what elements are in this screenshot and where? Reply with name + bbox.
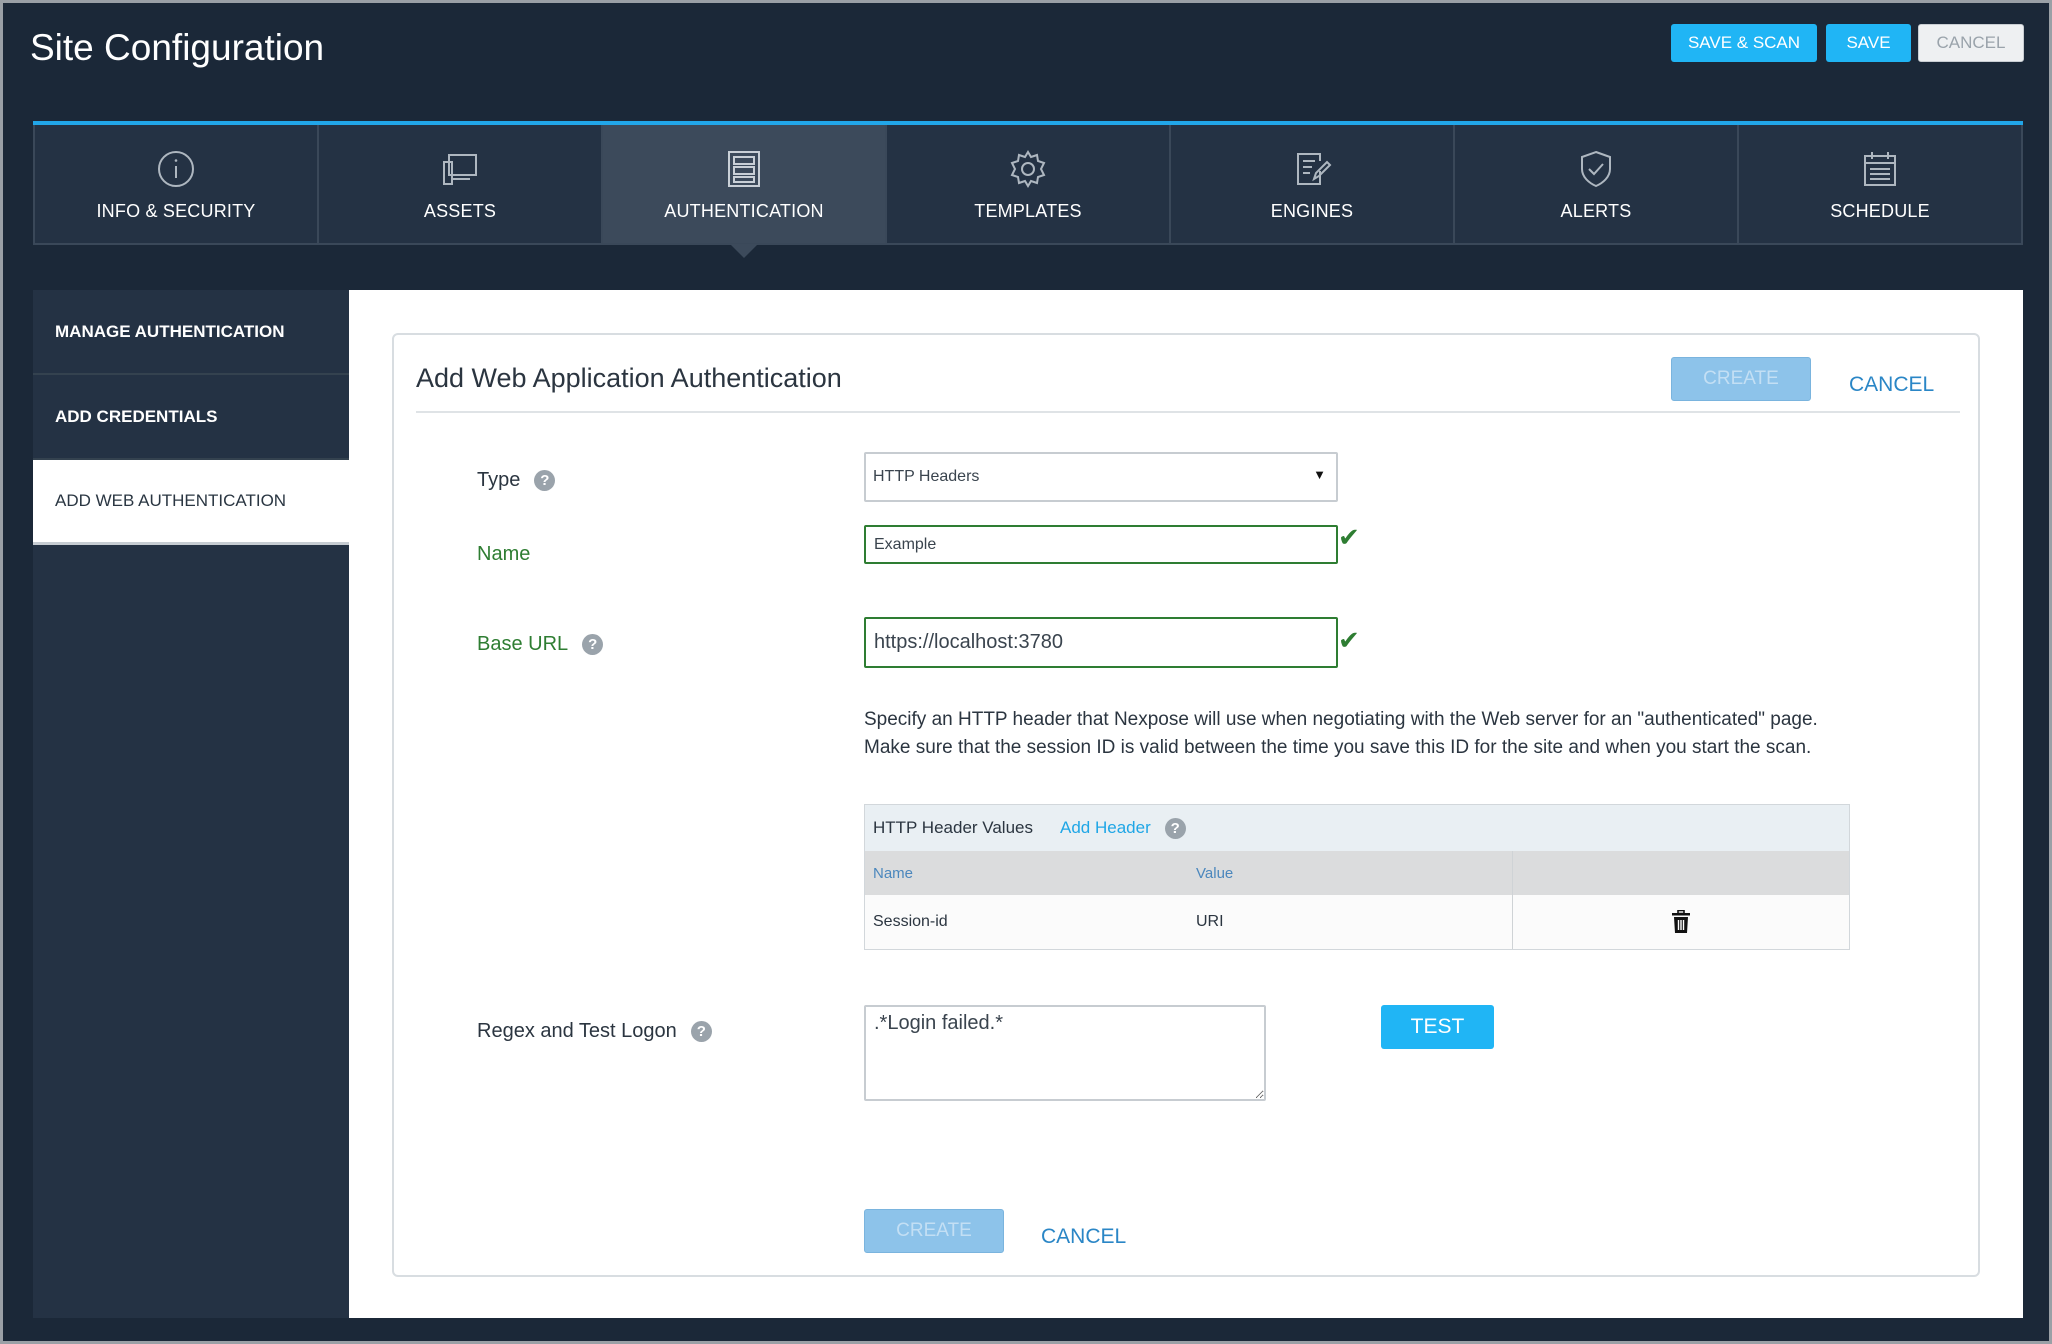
create-button-bottom[interactable]: CREATE (864, 1209, 1004, 1253)
form-title: Add Web Application Authentication (416, 363, 842, 393)
valid-check-icon: ✔ (1338, 625, 1360, 655)
column-header-name: Name (873, 864, 914, 882)
valid-check-icon: ✔ (1338, 522, 1360, 552)
http-header-table: HTTP Header Values Add Header ? Name Val… (864, 804, 1850, 950)
tab-label: AUTHENTICATION (664, 201, 824, 221)
sidebar-item-manage-authentication[interactable]: MANAGE AUTHENTICATION (33, 290, 349, 375)
gear-icon (1010, 150, 1046, 188)
header-name-cell: Session-id (873, 913, 948, 930)
tab-authentication[interactable]: AUTHENTICATION (603, 125, 887, 245)
help-icon[interactable]: ? (690, 1021, 712, 1042)
sidebar-item-add-web-authentication[interactable]: ADD WEB AUTHENTICATION (33, 460, 349, 545)
shield-icon (1581, 150, 1611, 188)
actions-cell (1512, 895, 1849, 949)
main-panel: Add Web Application Authentication CREAT… (349, 290, 2023, 1318)
regex-textarea[interactable]: .*Login failed.* (864, 1005, 1266, 1101)
create-button-top[interactable]: CREATE (1671, 357, 1811, 401)
type-select[interactable]: HTTP Headers ▼ (864, 452, 1338, 502)
name-label-text: Name (477, 543, 531, 565)
title-divider (416, 411, 1960, 413)
tab-assets[interactable]: ASSETS (319, 125, 603, 245)
base-url-label-text: Base URL (477, 633, 569, 655)
web-auth-form: Add Web Application Authentication CREAT… (392, 333, 1980, 1277)
http-header-table-bar: HTTP Header Values Add Header ? (865, 805, 1849, 851)
tab-templates[interactable]: TEMPLATES (887, 125, 1171, 245)
regex-label: Regex and Test Logon ? (477, 1020, 712, 1043)
cancel-link-top[interactable]: CANCEL (1849, 373, 1934, 397)
table-header-row: Name Value (865, 851, 1849, 895)
tab-bar: INFO & SECURITY ASSETS AUTHENTICATION TE… (33, 121, 2023, 245)
sidebar: MANAGE AUTHENTICATION ADD CREDENTIALS AD… (33, 290, 349, 1318)
type-label-text: Type (477, 469, 521, 491)
tab-label: ALERTS (1560, 201, 1632, 221)
http-header-description: Specify an HTTP header that Nexpose will… (864, 709, 1818, 758)
tab-label: TEMPLATES (974, 201, 1082, 221)
page-title: Site Configuration (30, 27, 325, 68)
tab-label: ENGINES (1270, 201, 1354, 221)
http-header-table-title: HTTP Header Values (873, 818, 1033, 837)
assets-icon (443, 154, 477, 185)
info-icon (158, 151, 194, 187)
trash-icon[interactable] (1671, 910, 1691, 934)
tab-schedule[interactable]: SCHEDULE (1739, 125, 2023, 245)
test-button[interactable]: TEST (1381, 1005, 1494, 1049)
tab-label: SCHEDULE (1830, 201, 1930, 221)
tab-label: INFO & SECURITY (96, 201, 256, 221)
table-row: Session-id URI (865, 895, 1849, 949)
base-url-input[interactable] (864, 617, 1338, 668)
add-header-link[interactable]: Add Header (1060, 818, 1151, 838)
help-icon[interactable]: ? (582, 634, 604, 655)
type-label: Type ? (477, 469, 556, 492)
name-input[interactable] (864, 525, 1338, 564)
tab-info-security[interactable]: INFO & SECURITY (33, 125, 319, 245)
engines-icon (1297, 153, 1332, 185)
save-button[interactable]: SAVE (1826, 24, 1911, 62)
tab-engines[interactable]: ENGINES (1171, 125, 1455, 245)
cancel-button[interactable]: CANCEL (1918, 24, 2024, 62)
help-icon[interactable]: ? (1164, 817, 1186, 839)
base-url-label: Base URL ? (477, 633, 604, 656)
column-header-value: Value (1196, 864, 1234, 882)
sidebar-item-add-credentials[interactable]: ADD CREDENTIALS (33, 375, 349, 460)
authentication-icon (728, 151, 760, 187)
cancel-link-bottom[interactable]: CANCEL (1041, 1225, 1126, 1249)
calendar-icon (1864, 152, 1896, 186)
type-select-value: HTTP Headers (873, 468, 980, 485)
caret-down-icon: ▼ (1313, 467, 1326, 482)
column-header-actions (1512, 851, 1849, 895)
regex-label-text: Regex and Test Logon (477, 1020, 677, 1042)
help-icon[interactable]: ? (534, 470, 556, 491)
tab-alerts[interactable]: ALERTS (1455, 125, 1739, 245)
tab-label: ASSETS (423, 201, 497, 221)
name-label: Name (477, 543, 530, 566)
save-and-scan-button[interactable]: SAVE & SCAN (1671, 24, 1817, 62)
header-value-cell: URI (1196, 913, 1224, 930)
